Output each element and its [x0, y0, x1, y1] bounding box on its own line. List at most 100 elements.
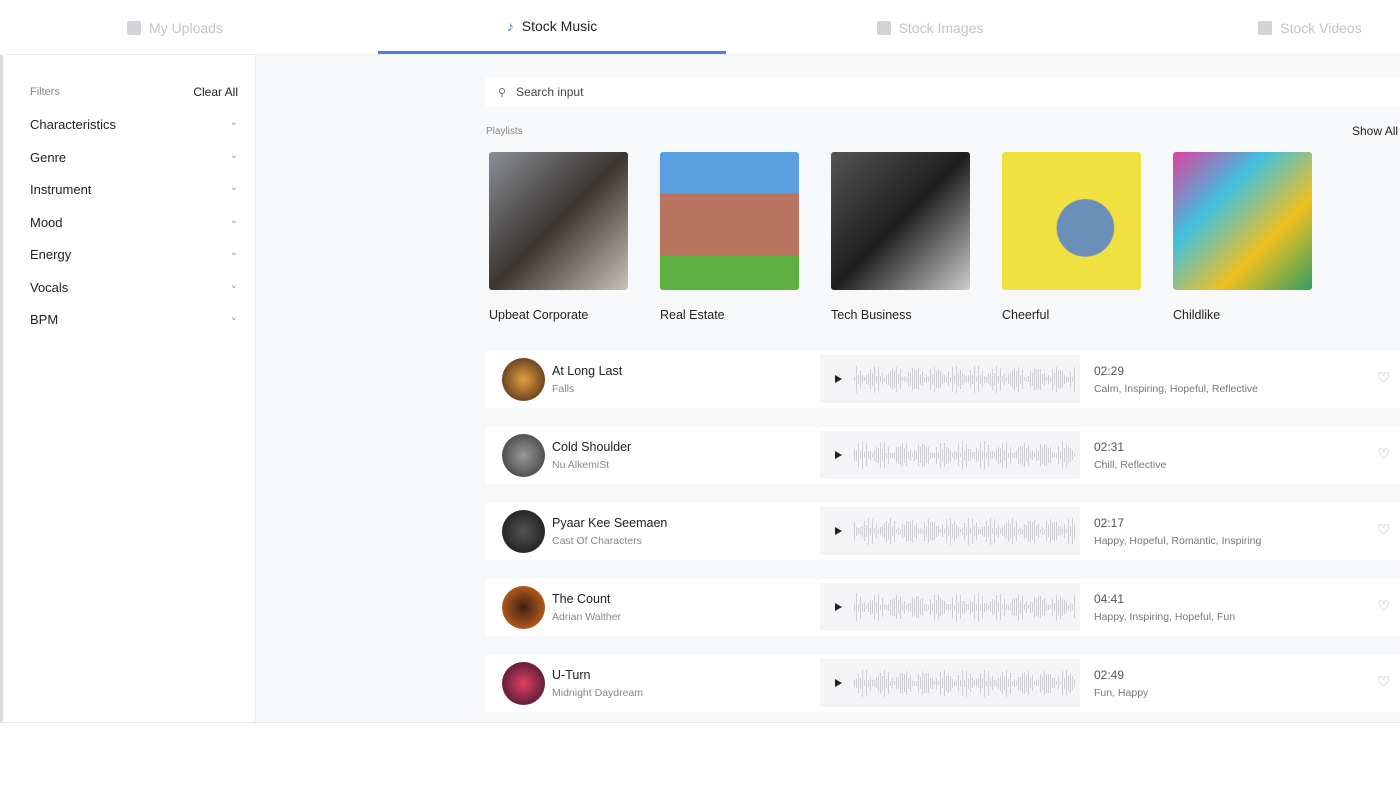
- playlist-title: Upbeat Corporate: [489, 308, 589, 322]
- waveform[interactable]: [854, 668, 1076, 698]
- filter-label: Characteristics: [30, 117, 116, 132]
- filter-label: BPM: [30, 312, 59, 327]
- filter-characteristics[interactable]: Characteristics ⌄: [30, 117, 238, 132]
- track-row[interactable]: At Long Last Falls 02:29 Calm, Inspiring…: [486, 351, 1400, 408]
- track-artist: Cast Of Characters: [552, 535, 642, 547]
- filter-bpm[interactable]: BPM ⌄: [30, 312, 238, 327]
- waveform-player[interactable]: [820, 507, 1080, 555]
- chevron-down-icon: ⌄: [229, 214, 238, 226]
- filter-label: Energy: [30, 247, 72, 262]
- playlist-card[interactable]: Upbeat Corporate: [489, 152, 628, 322]
- waveform-player[interactable]: [820, 355, 1080, 403]
- clear-all-button[interactable]: Clear All: [193, 85, 238, 99]
- playlist-cover-image: [489, 152, 628, 290]
- filter-label: Genre: [30, 149, 67, 165]
- heart-icon[interactable]: ♡: [1377, 445, 1390, 463]
- chevron-down-icon: ⌄: [229, 182, 238, 193]
- track-artist: Falls: [552, 383, 575, 395]
- filter-label: Instrument: [30, 182, 92, 197]
- filter-label: Mood: [30, 214, 63, 230]
- search-icon: ⚲: [498, 86, 507, 99]
- playlist-title: Childlike: [1173, 308, 1221, 322]
- playlist-title: Tech Business: [831, 308, 912, 322]
- waveform[interactable]: [854, 440, 1076, 470]
- playlist-cover-image: [1173, 152, 1312, 290]
- track-title[interactable]: Cold Shoulder: [552, 440, 631, 454]
- waveform-player[interactable]: [820, 659, 1080, 707]
- search-input[interactable]: ⚲ Search input: [486, 77, 1400, 107]
- track-duration: 02:17: [1094, 516, 1125, 530]
- track-duration: 02:31: [1094, 440, 1125, 454]
- track-tags: Happy, Inspiring, Hopeful, Fun: [1094, 611, 1236, 623]
- playlist-cover-image: [660, 152, 799, 290]
- track-tags: Happy, Hopeful, Romantic, Inspiring: [1094, 535, 1262, 547]
- tab-stock-images[interactable]: Stock Images: [810, 0, 1050, 55]
- playlist-card[interactable]: Real Estate: [660, 152, 799, 322]
- filter-genre[interactable]: Genre ⌄: [30, 150, 238, 165]
- track-cover-avatar: [502, 586, 545, 629]
- waveform-player[interactable]: [820, 431, 1080, 479]
- track-duration: 04:41: [1094, 592, 1125, 606]
- heart-icon[interactable]: ♡: [1377, 673, 1390, 691]
- track-duration: 02:49: [1094, 668, 1125, 682]
- track-artist: Adrian Walther: [552, 611, 622, 623]
- play-icon[interactable]: [835, 451, 842, 459]
- tab-my-uploads[interactable]: My Uploads: [60, 0, 290, 55]
- filter-label: Vocals: [30, 279, 69, 295]
- tab-stock-music[interactable]: ♪ Stock Music: [378, 0, 726, 54]
- music-note-icon: ♪: [506, 17, 514, 34]
- video-icon: [1258, 20, 1273, 35]
- filters-title: Filters: [30, 86, 60, 98]
- track-row[interactable]: Pyaar Kee Seemaen Cast Of Characters 02:…: [486, 503, 1400, 560]
- filter-energy[interactable]: Energy ⌄: [30, 247, 238, 262]
- track-title[interactable]: At Long Last: [552, 364, 622, 378]
- track-row[interactable]: Cold Shoulder Nu AlkemiSt 02:31 Chill, R…: [486, 427, 1400, 484]
- track-duration: 02:29: [1094, 364, 1125, 378]
- play-icon[interactable]: [835, 679, 842, 687]
- playlists-label: Playlists: [486, 126, 523, 137]
- track-title[interactable]: Pyaar Kee Seemaen: [552, 516, 667, 530]
- filter-instrument[interactable]: Instrument ⌄: [30, 182, 238, 197]
- playlist-card[interactable]: Tech Business: [831, 152, 970, 322]
- chevron-down-icon: ⌄: [229, 117, 238, 128]
- playlist-card[interactable]: Cheerful: [1002, 152, 1141, 322]
- waveform-player[interactable]: [820, 583, 1080, 631]
- playlist-cover-image: [831, 152, 970, 290]
- playlist-title: Cheerful: [1002, 308, 1050, 322]
- chevron-down-icon: ⌄: [229, 247, 238, 258]
- upload-folder-icon: [127, 20, 142, 35]
- filter-vocals[interactable]: Vocals ⌄: [30, 280, 238, 295]
- playlist-card[interactable]: Childlike: [1173, 152, 1312, 322]
- playlist-cover-image: [1002, 152, 1141, 290]
- tab-stock-videos[interactable]: Stock Videos: [1190, 0, 1400, 55]
- footer-bar: [0, 722, 1400, 788]
- track-title[interactable]: The Count: [552, 592, 610, 606]
- track-cover-avatar: [502, 358, 545, 401]
- show-all-link[interactable]: Show All: [1352, 124, 1398, 138]
- heart-icon[interactable]: ♡: [1377, 369, 1390, 387]
- media-tabs: My Uploads ♪ Stock Music Stock Images Sto…: [0, 0, 1400, 55]
- play-icon[interactable]: [835, 375, 842, 383]
- track-artist: Nu AlkemiSt: [552, 459, 610, 471]
- tab-label: Stock Videos: [1280, 19, 1362, 36]
- image-icon: [876, 20, 891, 35]
- waveform[interactable]: [854, 516, 1076, 546]
- tab-label: My Uploads: [149, 19, 223, 36]
- heart-icon[interactable]: ♡: [1377, 521, 1390, 539]
- track-artist: Midnight Daydream: [552, 687, 644, 699]
- chevron-down-icon: ⌄: [229, 312, 238, 323]
- chevron-down-icon: ⌄: [229, 149, 238, 161]
- track-title[interactable]: U-Turn: [552, 668, 590, 682]
- play-icon[interactable]: [835, 603, 842, 611]
- play-icon[interactable]: [835, 527, 842, 535]
- track-cover-avatar: [502, 662, 545, 705]
- waveform[interactable]: [854, 592, 1076, 622]
- search-placeholder: Search input: [516, 85, 584, 99]
- track-tags: Chill, Reflective: [1094, 459, 1167, 471]
- track-row[interactable]: The Count Adrian Walther 04:41 Happy, In…: [486, 579, 1400, 636]
- heart-icon[interactable]: ♡: [1377, 597, 1390, 615]
- waveform[interactable]: [854, 364, 1076, 394]
- track-row[interactable]: U-Turn Midnight Daydream 02:49 Fun, Happ…: [486, 655, 1400, 712]
- filter-mood[interactable]: Mood ⌄: [30, 215, 238, 230]
- track-cover-avatar: [502, 434, 545, 477]
